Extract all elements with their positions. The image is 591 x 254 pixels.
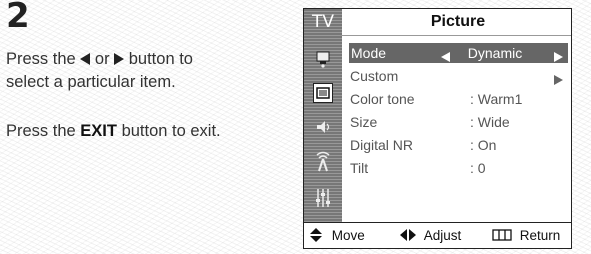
- menu-item-value: : 0: [470, 160, 486, 176]
- exit-button-label: EXIT: [80, 122, 117, 140]
- menu-title: Picture: [430, 13, 486, 30]
- return-label: Return: [519, 228, 561, 243]
- instruction-text: button to exit.: [121, 122, 221, 140]
- menu-icon-bar: TV: [304, 9, 342, 222]
- left-right-arrow-icon: [400, 229, 416, 242]
- menu-item-custom[interactable]: Custom: [350, 66, 565, 86]
- menu-item-color-tone[interactable]: Color tone : Warm1: [350, 89, 565, 109]
- return-hint: Return: [492, 223, 560, 249]
- menu-item-label: Size: [350, 114, 378, 130]
- instruction-text: Press the: [6, 122, 76, 140]
- menu-item-digital-nr[interactable]: Digital NR : On: [350, 135, 565, 155]
- right-arrow-icon: [554, 47, 563, 67]
- move-hint: Move: [310, 223, 365, 249]
- instruction-line-1: Press the or button to: [6, 48, 193, 71]
- menu-item-label: Mode: [351, 45, 387, 61]
- menu-item-mode[interactable]: Mode Dynamic: [349, 43, 568, 63]
- instruction-line-3: Press the EXIT button to exit.: [6, 120, 221, 143]
- setup-icon[interactable]: [313, 187, 333, 207]
- menu-item-label: Tilt: [350, 160, 369, 176]
- step-number: 2: [6, 0, 30, 36]
- menu-item-value: Dynamic: [467, 45, 523, 61]
- menu-item-value: : Warm1: [470, 91, 523, 107]
- menu-return-icon: [492, 229, 512, 242]
- menu-item-label: Digital NR: [350, 137, 414, 153]
- menu-item-value: : Wide: [470, 114, 510, 130]
- sound-icon[interactable]: [313, 117, 333, 137]
- up-down-arrow-icon: [310, 228, 322, 243]
- menu-item-value: : On: [470, 137, 497, 153]
- menu-item-label: Color tone: [350, 91, 415, 107]
- right-arrow-icon: [554, 70, 563, 90]
- tv-tab-label: TV: [311, 12, 334, 32]
- instruction-line-2: select a particular item.: [6, 73, 176, 91]
- adjust-label: Adjust: [423, 228, 462, 243]
- menu-item-label: Custom: [350, 68, 399, 84]
- instruction-text: button to: [128, 50, 193, 68]
- move-label: Move: [331, 228, 365, 243]
- menu-item-size[interactable]: Size : Wide: [350, 112, 565, 132]
- menu-item-tilt[interactable]: Tilt : 0: [350, 158, 565, 178]
- right-arrow-icon: [114, 52, 125, 65]
- adjust-hint: Adjust: [400, 223, 461, 249]
- picture-icon[interactable]: [313, 83, 333, 103]
- menu-footer: Move Adjust Return: [304, 222, 571, 249]
- channel-icon[interactable]: [313, 151, 333, 172]
- input-icon[interactable]: [313, 49, 333, 69]
- left-arrow-icon: [80, 52, 91, 65]
- picture-menu-screen: TV Picture Mode Dynamic Custom Color ton…: [303, 8, 572, 249]
- instruction-text: Press the: [6, 50, 76, 68]
- instruction-text: or: [94, 50, 110, 68]
- title-divider: [342, 35, 571, 36]
